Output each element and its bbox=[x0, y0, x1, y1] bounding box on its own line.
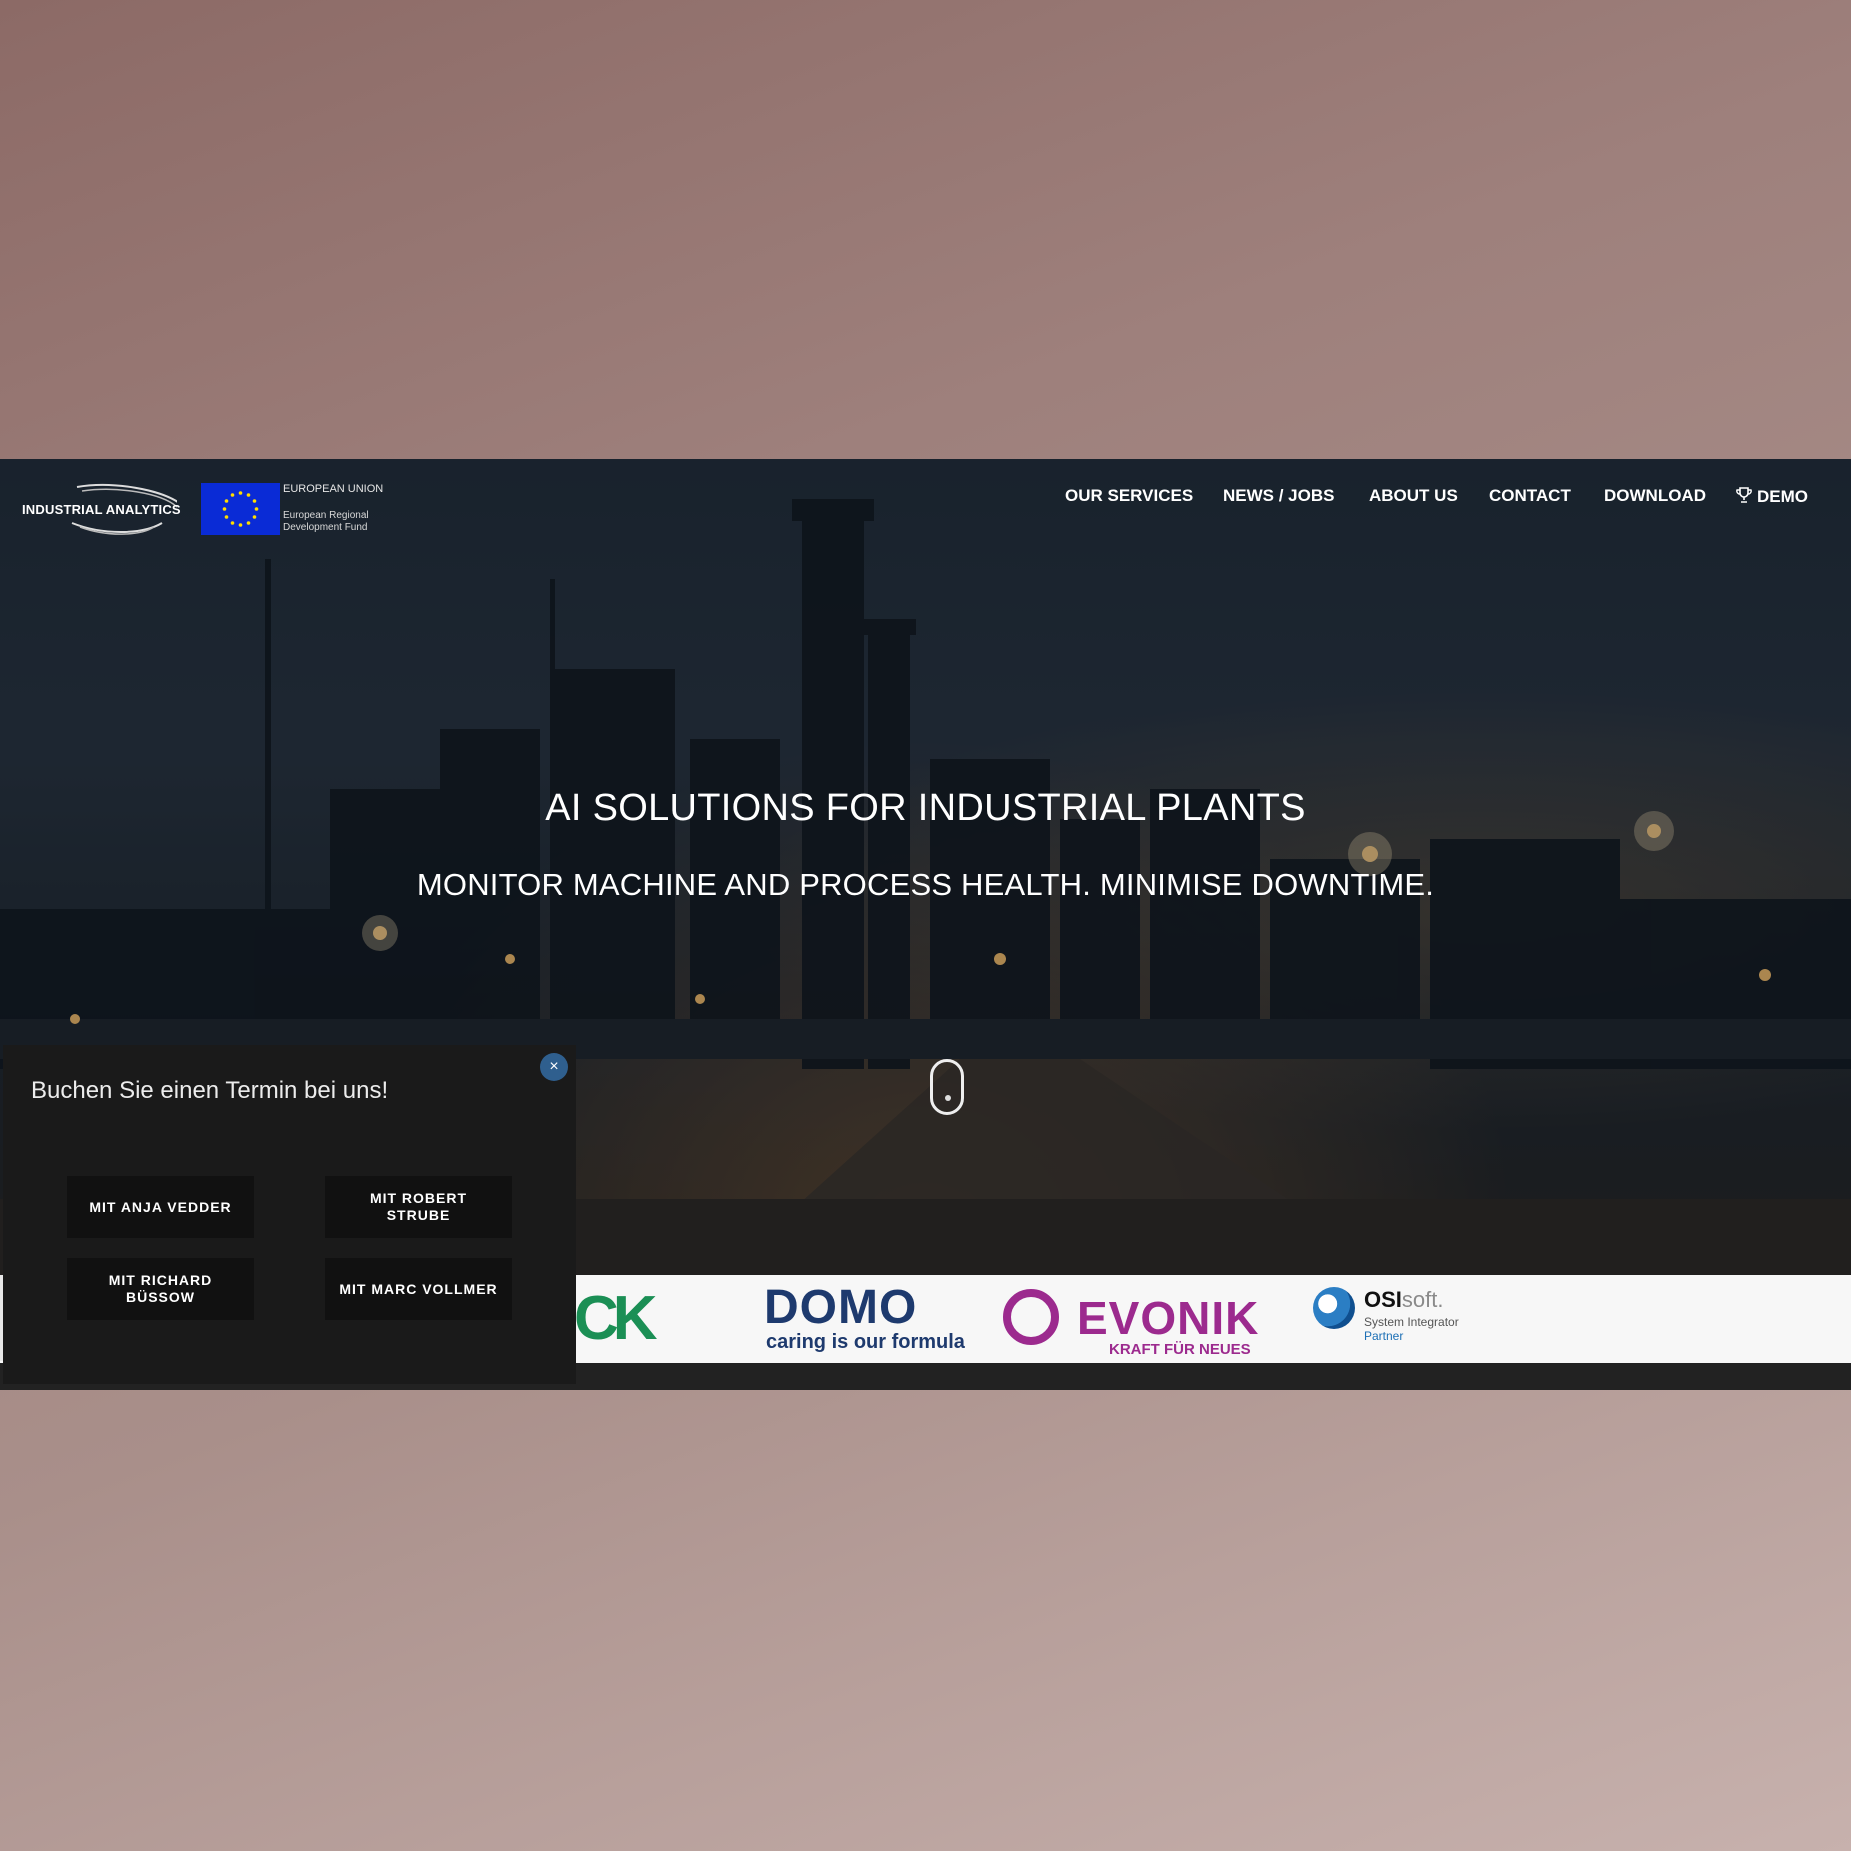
evonik-tagline: KRAFT FÜR NEUES bbox=[1109, 1341, 1251, 1358]
eu-funding-badge: EUROPEAN UNION European Regional Develop… bbox=[201, 483, 384, 539]
eu-subtitle: European Regional Development Fund bbox=[283, 510, 369, 533]
nav-demo-label: DEMO bbox=[1757, 487, 1808, 506]
partner-logo-ck: CK bbox=[574, 1284, 658, 1353]
domo-name: DOMO bbox=[764, 1281, 918, 1334]
booking-popup: Buchen Sie einen Termin bei uns! × MIT A… bbox=[3, 1045, 576, 1384]
partner-logo-domo: DOMO caring is our formula bbox=[764, 1281, 965, 1354]
scroll-down-icon[interactable] bbox=[930, 1059, 964, 1115]
book-anja-vedder-button[interactable]: MIT ANJA VEDDER bbox=[67, 1176, 254, 1238]
popup-title: Buchen Sie einen Termin bei uns! bbox=[31, 1077, 389, 1104]
trophy-icon bbox=[1736, 487, 1752, 503]
nav-news-jobs[interactable]: NEWS / JOBS bbox=[1223, 486, 1334, 506]
scroll-indicator-dot bbox=[945, 1095, 951, 1101]
osisoft-name: OSIsoft. bbox=[1364, 1287, 1444, 1312]
partner-logo-osisoft: OSIsoft. System Integrator Partner bbox=[1313, 1285, 1473, 1349]
nav-our-services[interactable]: OUR SERVICES bbox=[1065, 486, 1193, 506]
nav-demo[interactable]: DEMO bbox=[1735, 486, 1808, 507]
main-navigation: OUR SERVICES NEWS / JOBS ABOUT US CONTAC… bbox=[951, 486, 1851, 526]
logo-text: INDUSTRIAL ANALYTICS bbox=[22, 502, 181, 517]
eu-title: EUROPEAN UNION bbox=[283, 483, 384, 495]
evonik-name: EVONIK bbox=[1077, 1292, 1260, 1344]
industrial-analytics-logo[interactable]: INDUSTRIAL ANALYTICS bbox=[22, 483, 181, 539]
osisoft-line1: System Integrator bbox=[1364, 1315, 1459, 1329]
eu-flag-icon bbox=[201, 483, 280, 535]
evonik-mark-icon bbox=[1003, 1289, 1059, 1345]
osisoft-line2: Partner bbox=[1364, 1329, 1404, 1343]
book-marc-vollmer-button[interactable]: MIT MARC VOLLMER bbox=[325, 1258, 512, 1320]
nav-contact[interactable]: CONTACT bbox=[1489, 486, 1571, 506]
hero-subtitle: MONITOR MACHINE AND PROCESS HEALTH. MINI… bbox=[416, 867, 1435, 902]
hero-title: AI SOLUTIONS FOR INDUSTRIAL PLANTS bbox=[545, 787, 1306, 829]
nav-download[interactable]: DOWNLOAD bbox=[1604, 486, 1706, 506]
book-richard-bussow-button[interactable]: MIT RICHARD BÜSSOW bbox=[67, 1258, 254, 1320]
osisoft-mark-icon bbox=[1313, 1287, 1355, 1329]
book-robert-strube-button[interactable]: MIT ROBERT STRUBE bbox=[325, 1176, 512, 1238]
nav-about-us[interactable]: ABOUT US bbox=[1369, 486, 1458, 506]
domo-tagline: caring is our formula bbox=[766, 1331, 965, 1353]
close-button[interactable]: × bbox=[540, 1053, 568, 1081]
